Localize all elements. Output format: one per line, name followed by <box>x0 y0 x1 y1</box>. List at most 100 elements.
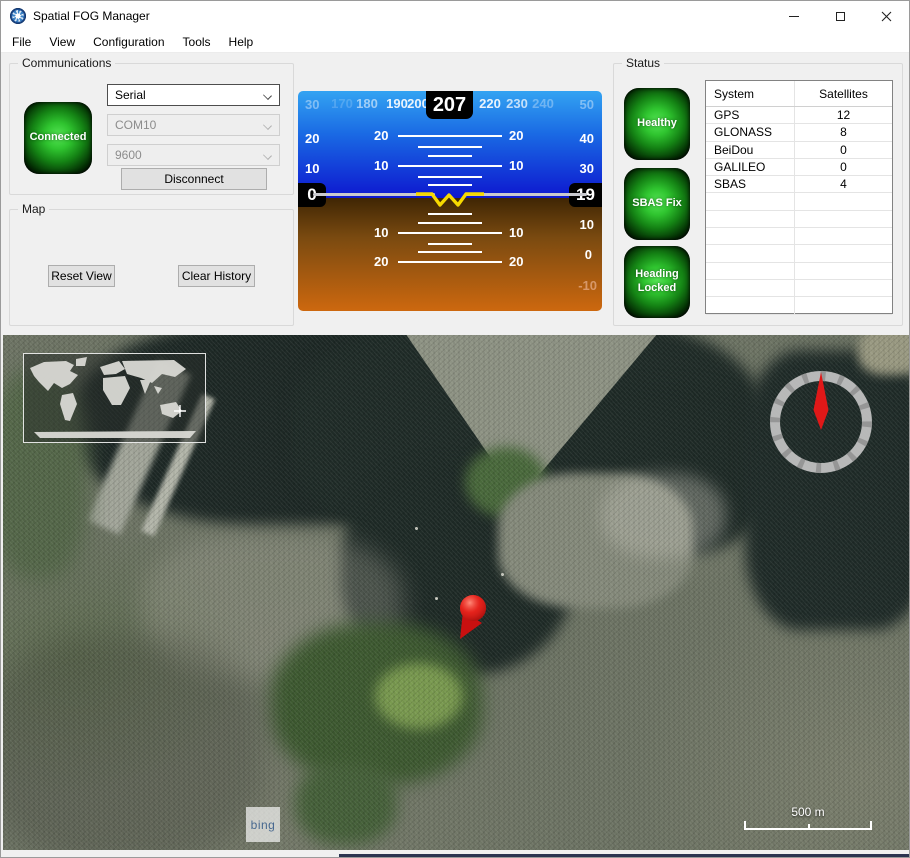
menu-help[interactable]: Help <box>220 32 263 52</box>
map-scale-label: 500 m <box>744 805 872 819</box>
right-scale-tick: 40 <box>580 131 594 146</box>
pitch-label: 10 <box>509 158 523 173</box>
app-window: Spatial FOG Manager File View Configurat… <box>0 0 910 858</box>
reset-view-button[interactable]: Reset View <box>48 265 115 287</box>
menu-configuration[interactable]: Configuration <box>84 32 173 52</box>
communications-group: Communications Connected Serial COM10 96… <box>9 63 294 195</box>
pitch-label: 10 <box>374 225 388 240</box>
com-port-select[interactable]: COM10 <box>107 114 280 136</box>
left-scale-tick: 10 <box>305 161 319 176</box>
table-row-empty <box>706 193 892 210</box>
status-group: Status Healthy SBAS Fix Heading Locked S… <box>613 63 903 326</box>
minimize-button[interactable] <box>771 1 817 31</box>
location-pin-icon <box>449 593 493 643</box>
pitch-line <box>398 135 502 137</box>
pitch-label: 10 <box>509 225 523 240</box>
right-scale-tick: 0 <box>585 247 592 262</box>
left-scale-tick: 20 <box>305 131 319 146</box>
pitch-label: 10 <box>374 158 388 173</box>
window-bottom-edge <box>1 850 909 857</box>
world-overview-map <box>23 353 206 443</box>
heading-readout: 207 <box>426 91 473 119</box>
right-scale-tick: -10 <box>578 278 597 293</box>
healthy-status-light: Healthy <box>624 88 690 160</box>
pitch-line <box>428 213 472 215</box>
heading-tick: 240 <box>532 96 554 111</box>
clear-history-button[interactable]: Clear History <box>178 265 255 287</box>
pitch-line <box>418 176 482 178</box>
column-header-system: System <box>706 81 795 106</box>
connection-type-select[interactable]: Serial <box>107 84 280 106</box>
chevron-down-icon <box>263 91 272 100</box>
table-row: GALILEO 0 <box>706 159 892 176</box>
control-panel: Communications Connected Serial COM10 96… <box>1 53 909 336</box>
table-header-row: System Satellites <box>706 81 892 107</box>
left-scale-tick: 30 <box>305 97 319 112</box>
pitch-line <box>418 146 482 148</box>
heading-locked-status-light: Heading Locked <box>624 246 690 318</box>
table-row: GLONASS 8 <box>706 124 892 141</box>
menu-view[interactable]: View <box>40 32 84 52</box>
pitch-line <box>418 222 482 224</box>
table-row-empty <box>706 280 892 297</box>
chevron-down-icon <box>263 121 272 130</box>
heading-tick: 220 <box>479 96 501 111</box>
map-group: Map Reset View Clear History <box>9 209 294 326</box>
pitch-line <box>428 155 472 157</box>
taskbar-sliver <box>339 854 909 857</box>
pitch-line <box>428 243 472 245</box>
disconnect-button[interactable]: Disconnect <box>121 168 267 190</box>
menu-tools[interactable]: Tools <box>174 32 220 52</box>
table-row-empty <box>706 211 892 228</box>
table-row: GPS 12 <box>706 107 892 124</box>
map-viewport[interactable]: bing 500 m <box>3 335 909 852</box>
map-scale-bar: 500 m <box>744 805 872 830</box>
menu-bar: File View Configuration Tools Help <box>1 31 909 53</box>
status-label: Status <box>622 56 664 70</box>
pitch-line <box>428 184 472 186</box>
compass-indicator <box>766 364 876 474</box>
table-row-empty <box>706 297 892 314</box>
right-scale-tick: 30 <box>580 161 594 176</box>
minimize-icon <box>789 16 799 17</box>
table-row-empty <box>706 245 892 262</box>
close-icon <box>881 11 892 22</box>
table-row: BeiDou 0 <box>706 142 892 159</box>
pitch-line <box>398 165 502 167</box>
heading-tick: 230 <box>506 96 528 111</box>
maximize-icon <box>836 12 845 21</box>
heading-tick: 180 <box>356 96 378 111</box>
connection-status-light: Connected <box>24 102 92 174</box>
aircraft-symbol-icon <box>414 188 486 210</box>
sbas-fix-status-light: SBAS Fix <box>624 168 690 240</box>
right-scale-tick: 10 <box>580 217 594 232</box>
maximize-button[interactable] <box>817 1 863 31</box>
app-icon <box>10 8 26 24</box>
pitch-line <box>418 251 482 253</box>
heading-tick: 190 <box>386 96 408 111</box>
communications-label: Communications <box>18 56 115 70</box>
window-title: Spatial FOG Manager <box>33 9 150 23</box>
table-row-empty <box>706 228 892 245</box>
column-header-satellites: Satellites <box>795 81 892 106</box>
menu-file[interactable]: File <box>3 32 40 52</box>
pitch-label: 20 <box>374 128 388 143</box>
map-scale-bracket <box>744 821 872 830</box>
right-scale-tick: 50 <box>580 97 594 112</box>
pitch-label: 20 <box>374 254 388 269</box>
attitude-indicator: 170 180 190 200 220 230 240 207 30 20 10… <box>298 91 602 311</box>
table-row: SBAS 4 <box>706 176 892 193</box>
title-bar: Spatial FOG Manager <box>1 1 909 31</box>
pitch-label: 20 <box>509 128 523 143</box>
heading-tick: 170 <box>331 96 353 111</box>
pitch-label: 20 <box>509 254 523 269</box>
chevron-down-icon <box>263 151 272 160</box>
map-group-label: Map <box>18 202 49 216</box>
table-row-empty <box>706 263 892 280</box>
pitch-line <box>398 261 502 263</box>
close-button[interactable] <box>863 1 909 31</box>
bing-attribution: bing <box>246 807 280 842</box>
baud-rate-select[interactable]: 9600 <box>107 144 280 166</box>
pitch-line <box>398 232 502 234</box>
world-overview-icon <box>24 354 205 442</box>
